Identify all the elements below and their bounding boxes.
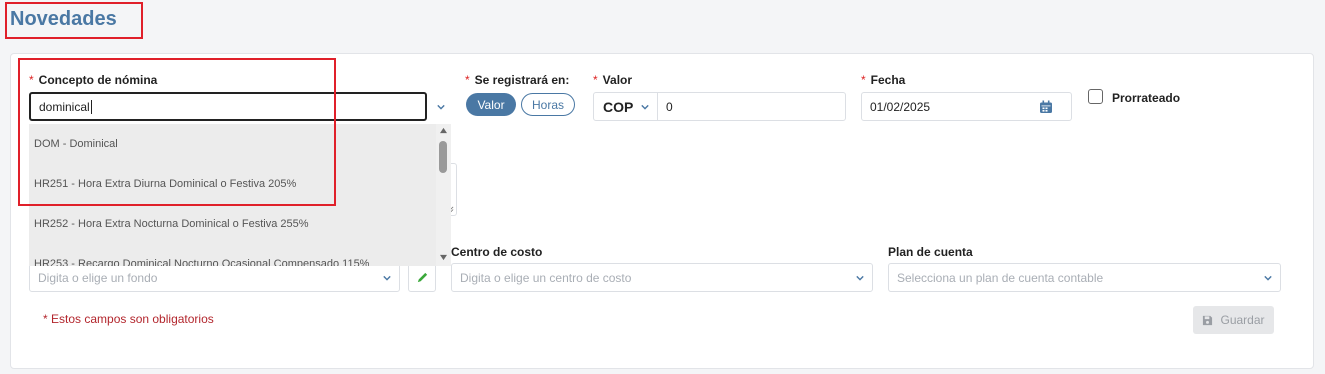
plan-cuenta-input[interactable]: Selecciona un plan de cuenta contable (888, 263, 1281, 292)
chevron-down-icon (641, 104, 650, 110)
save-button[interactable]: Guardar (1193, 306, 1274, 334)
title-highlight-box (5, 2, 143, 39)
scrollbar-thumb[interactable] (439, 141, 447, 173)
scroll-up-icon[interactable] (439, 127, 448, 134)
list-item[interactable]: HR253 - Recargo Dominical Nocturno Ocasi… (29, 244, 451, 266)
floppy-disk-icon (1203, 315, 1213, 325)
concepto-highlight-box (18, 58, 336, 206)
prorrateado-label: Prorrateado (1112, 91, 1181, 105)
chevron-down-icon (383, 275, 391, 281)
chevron-down-icon (856, 275, 864, 281)
pencil-icon (417, 272, 427, 283)
edit-fondo-button[interactable] (408, 263, 436, 292)
fecha-input[interactable]: 01/02/2025 (861, 92, 1072, 121)
chevron-down-icon (1264, 275, 1272, 281)
registro-label: * Se registrará en: (465, 73, 570, 87)
fecha-value: 01/02/2025 (870, 99, 931, 114)
fondo-placeholder: Digita o elige un fondo (38, 270, 158, 285)
concepto-dropdown-toggle[interactable] (430, 92, 451, 121)
plan-cuenta-label: Plan de cuenta (888, 245, 973, 259)
centro-costo-input[interactable]: Digita o elige un centro de costo (451, 263, 873, 292)
save-button-label: Guardar (1220, 313, 1265, 327)
plan-cuenta-placeholder: Selecciona un plan de cuenta contable (897, 270, 1104, 285)
fecha-label: * Fecha (861, 73, 906, 87)
currency-select[interactable]: COP (594, 93, 658, 120)
valor-label: * Valor (593, 73, 633, 87)
registro-option-horas[interactable]: Horas (521, 93, 575, 116)
dropdown-scrollbar[interactable] (436, 124, 451, 266)
centro-costo-label: Centro de costo (451, 245, 543, 259)
currency-value: COP (603, 98, 634, 115)
prorrateado-checkbox[interactable] (1088, 89, 1103, 104)
centro-costo-placeholder: Digita o elige un centro de costo (460, 270, 632, 285)
registro-option-valor[interactable]: Valor (466, 93, 516, 116)
fondo-input[interactable]: Digita o elige un fondo (29, 263, 400, 292)
list-item[interactable]: HR252 - Hora Extra Nocturna Dominical o … (29, 204, 451, 244)
calendar-icon[interactable] (1039, 100, 1053, 114)
valor-field: COP 0 (593, 92, 846, 121)
chevron-down-icon (436, 104, 445, 110)
valor-input[interactable]: 0 (658, 93, 845, 120)
required-fields-note: * Estos campos son obligatorios (43, 312, 214, 326)
scroll-down-icon[interactable] (439, 254, 448, 261)
